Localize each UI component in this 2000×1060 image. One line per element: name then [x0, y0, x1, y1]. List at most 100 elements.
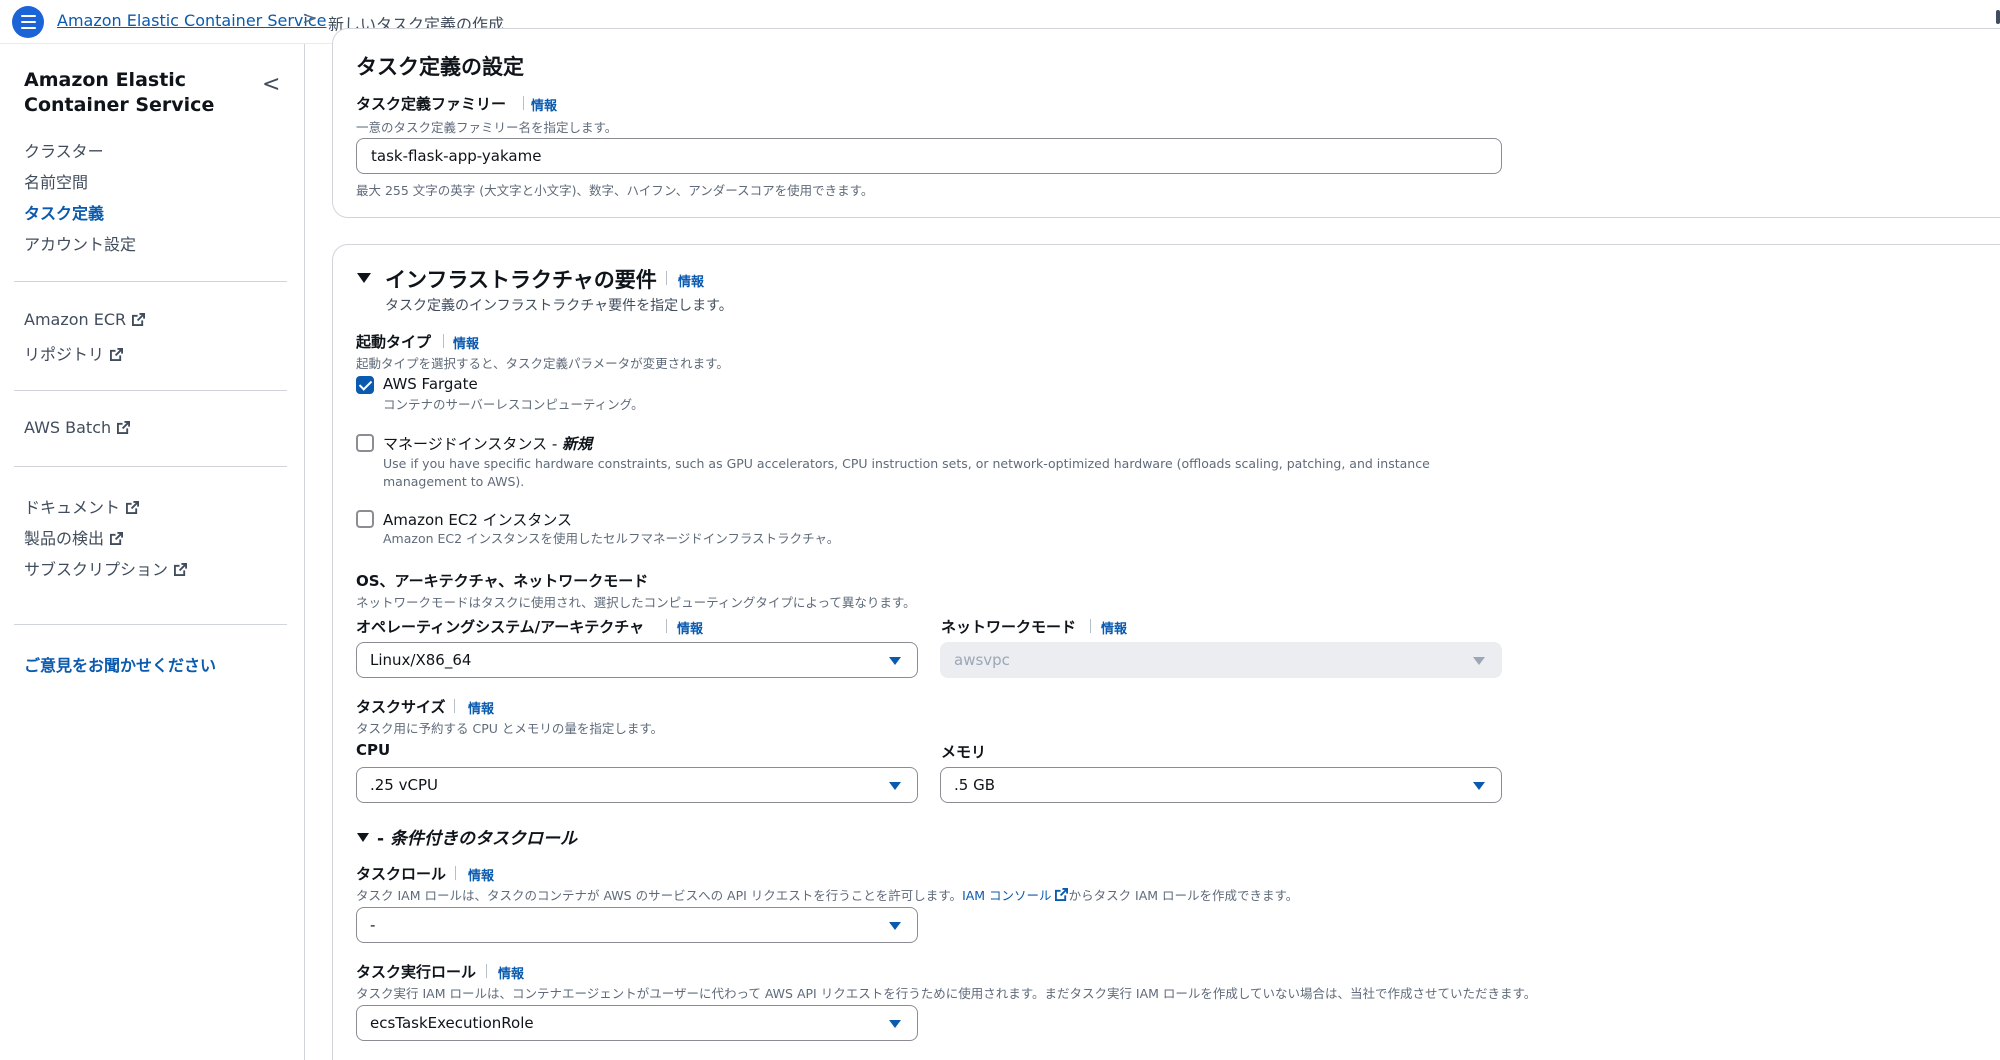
external-link-icon	[110, 348, 124, 361]
fargate-label[interactable]: AWS Fargate	[383, 375, 478, 393]
network-mode-info-link[interactable]: 情報	[1101, 618, 1127, 637]
external-link-icon	[132, 313, 146, 326]
exec-role-description: タスク実行 IAM ロールは、コンテナエージェントがユーザーに代わって AWS …	[356, 986, 1537, 1001]
sidebar-item-label: リポジトリ	[24, 345, 105, 364]
task-role-heading[interactable]: - 条件付きのタスクロール	[377, 824, 577, 849]
cpu-label: CPU	[356, 741, 391, 759]
family-input[interactable]: task-flask-app-yakame	[356, 138, 1502, 174]
task-size-description: タスク用に予約する CPU とメモリの量を指定します。	[356, 721, 664, 736]
sidebar-divider	[14, 390, 287, 391]
os-arch-select[interactable]: Linux/X86_64	[356, 642, 918, 678]
info-divider	[455, 866, 456, 880]
infrastructure-info-link[interactable]: 情報	[678, 271, 704, 290]
family-label: タスク定義ファミリー	[356, 95, 507, 113]
sidebar-item-label: サブスクリプション	[24, 560, 169, 579]
task-role-label: タスクロール	[356, 865, 447, 883]
sidebar-divider	[14, 624, 287, 625]
feedback-link[interactable]: ご意見をお聞かせください	[24, 652, 216, 676]
os-arch-value: Linux/X86_64	[370, 651, 472, 669]
ec2-instances-description: Amazon EC2 インスタンスを使用したセルフマネージドインフラストラクチャ…	[383, 531, 840, 546]
sidebar-item-label: ドキュメント	[24, 498, 121, 517]
managed-instances-label-text: マネージドインスタンス -	[383, 435, 563, 453]
new-badge: 新規	[562, 435, 593, 453]
task-role-info-link[interactable]: 情報	[468, 865, 494, 884]
os-section-label: OS、アーキテクチャ、ネットワークモード	[356, 572, 649, 590]
sidebar-item-discover-products[interactable]: 製品の検出	[24, 525, 124, 549]
sidebar-item-namespaces[interactable]: 名前空間	[24, 169, 88, 193]
task-role-select[interactable]: -	[356, 907, 918, 943]
sidebar-item-subscriptions[interactable]: サブスクリプション	[24, 556, 188, 580]
launch-type-label: 起動タイプ	[356, 333, 432, 351]
caret-down-icon	[889, 1020, 901, 1028]
exec-role-select[interactable]: ecsTaskExecutionRole	[356, 1005, 918, 1041]
caret-down-icon	[889, 782, 901, 790]
ec2-instances-label[interactable]: Amazon EC2 インスタンス	[383, 509, 572, 530]
cpu-select[interactable]: .25 vCPU	[356, 767, 918, 803]
edge-indicator	[1996, 10, 2000, 24]
menu-icon[interactable]	[12, 6, 44, 38]
external-link-icon	[174, 563, 188, 576]
managed-instances-description: Use if you have specific hardware constr…	[383, 456, 1430, 489]
cpu-value: .25 vCPU	[370, 776, 438, 794]
exec-role-value: ecsTaskExecutionRole	[370, 1014, 534, 1032]
sidebar-title[interactable]: Amazon Elastic Container Service	[24, 68, 254, 118]
info-divider	[454, 699, 455, 713]
sidebar-item-aws-batch[interactable]: AWS Batch	[24, 418, 131, 437]
info-divider	[666, 271, 667, 285]
network-mode-label: ネットワークモード	[941, 618, 1077, 636]
info-divider	[1090, 619, 1091, 633]
external-link-icon	[110, 532, 124, 545]
info-divider	[443, 334, 444, 348]
family-description: 一意のタスク定義ファミリー名を指定します。	[356, 120, 618, 135]
launch-type-info-link[interactable]: 情報	[453, 333, 479, 352]
ec2-instances-checkbox[interactable]	[356, 510, 374, 528]
infrastructure-panel: インフラストラクチャの要件 情報 タスク定義のインフラストラクチャ要件を指定しま…	[332, 244, 2000, 1060]
external-link-icon[interactable]	[1054, 888, 1068, 901]
network-mode-select: awsvpc	[940, 642, 1502, 678]
sidebar-item-account-settings[interactable]: アカウント設定	[24, 231, 136, 255]
sidebar-divider	[14, 466, 287, 467]
network-mode-value: awsvpc	[954, 651, 1010, 669]
managed-instances-label[interactable]: マネージドインスタンス - 新規	[383, 433, 592, 454]
external-link-icon	[126, 501, 140, 514]
sidebar-item-clusters[interactable]: クラスター	[24, 138, 104, 162]
fargate-checkbox[interactable]	[356, 376, 374, 394]
sidebar-item-label: AWS Batch	[24, 418, 112, 437]
family-info-link[interactable]: 情報	[531, 95, 557, 114]
info-divider	[666, 619, 667, 633]
collapse-triangle-icon[interactable]	[357, 833, 369, 842]
memory-value: .5 GB	[954, 776, 995, 794]
task-role-heading-text: 条件付きのタスクロール	[389, 829, 577, 849]
info-divider	[523, 96, 524, 110]
sidebar: Amazon Elastic Container Service < クラスター…	[0, 44, 305, 1060]
infrastructure-description: タスク定義のインフラストラクチャ要件を指定します。	[385, 298, 733, 314]
os-section-description: ネットワークモードはタスクに使用され、選択したコンピューティングタイプによって異…	[356, 595, 916, 610]
caret-down-icon	[889, 657, 901, 665]
fargate-description: コンテナのサーバーレスコンピューティング。	[383, 397, 644, 412]
sidebar-item-label: 製品の検出	[24, 529, 105, 548]
sidebar-item-documentation[interactable]: ドキュメント	[24, 494, 140, 518]
managed-instances-checkbox[interactable]	[356, 434, 374, 452]
sidebar-item-label: Amazon ECR	[24, 310, 127, 329]
exec-role-info-link[interactable]: 情報	[498, 963, 524, 982]
task-role-description: タスク IAM ロールは、タスクのコンテナが AWS のサービスへの API リ…	[356, 885, 1298, 904]
sidebar-item-repositories[interactable]: リポジトリ	[24, 341, 124, 365]
task-size-label: タスクサイズ	[356, 698, 446, 716]
sidebar-collapse-icon[interactable]: <	[262, 72, 280, 97]
memory-select[interactable]: .5 GB	[940, 767, 1502, 803]
os-arch-info-link[interactable]: 情報	[677, 618, 703, 637]
collapse-triangle-icon[interactable]	[357, 273, 371, 283]
sidebar-item-task-definitions[interactable]: タスク定義	[24, 200, 104, 224]
caret-down-icon	[1473, 782, 1485, 790]
breadcrumb-separator-icon: >	[302, 8, 318, 29]
task-size-info-link[interactable]: 情報	[468, 698, 494, 717]
caret-down-icon	[1473, 657, 1485, 665]
iam-console-link[interactable]: IAM コンソール	[962, 888, 1052, 903]
sidebar-divider	[14, 281, 287, 282]
task-role-desc-pre: タスク IAM ロールは、タスクのコンテナが AWS のサービスへの API リ…	[356, 888, 963, 903]
breadcrumb-service-link[interactable]: Amazon Elastic Container Service	[57, 11, 326, 30]
os-arch-label: オペレーティングシステム/アーキテクチャ	[356, 618, 645, 636]
sidebar-item-amazon-ecr[interactable]: Amazon ECR	[24, 310, 146, 329]
task-role-value: -	[370, 916, 376, 934]
task-definition-config-panel: タスク定義の設定 タスク定義ファミリー 情報 一意のタスク定義ファミリー名を指定…	[332, 28, 2000, 218]
